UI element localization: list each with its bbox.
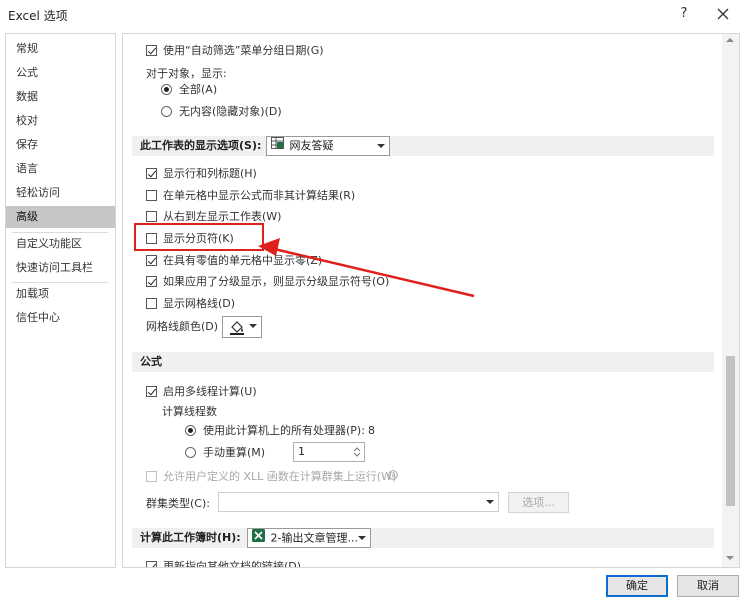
sidebar-item-trust-center[interactable]: 信任中心 bbox=[6, 307, 115, 329]
chevron-down-icon bbox=[249, 324, 257, 328]
right-to-left-checkbox[interactable] bbox=[146, 211, 157, 222]
worksheet-select-value: 网友答疑 bbox=[289, 139, 334, 152]
objects-all-radio[interactable] bbox=[161, 84, 172, 95]
close-button[interactable] bbox=[714, 4, 732, 24]
cluster-type-dropdown[interactable] bbox=[218, 492, 499, 512]
info-icon bbox=[388, 470, 398, 483]
excel-workbook-icon bbox=[252, 529, 265, 548]
worksheet-select-dropdown[interactable]: 网友答疑 bbox=[266, 136, 390, 156]
thread-count-value: 1 bbox=[298, 445, 305, 458]
worksheet-display-section-label: 此工作表的显示选项(S): bbox=[140, 139, 262, 152]
show-zero-values-checkbox[interactable] bbox=[146, 255, 157, 266]
objects-none-label: 无内容(隐藏对象)(D) bbox=[179, 105, 282, 118]
show-formulas-checkbox[interactable] bbox=[146, 190, 157, 201]
show-gridlines-label: 显示网格线(D) bbox=[163, 297, 236, 310]
chevron-down-icon bbox=[377, 144, 385, 148]
cluster-options-button[interactable]: 选项... bbox=[508, 492, 569, 513]
workbook-select-dropdown[interactable]: 2-输出文章管理... bbox=[247, 528, 371, 548]
sidebar-item-accessibility[interactable]: 轻松访问 bbox=[6, 182, 115, 204]
paint-bucket-icon bbox=[229, 319, 245, 341]
sidebar-item-language[interactable]: 语言 bbox=[6, 158, 115, 180]
window-title: Excel 选项 bbox=[8, 9, 68, 23]
gridline-color-picker[interactable] bbox=[222, 316, 262, 338]
sidebar-item-customize-ribbon[interactable]: 自定义功能区 bbox=[6, 233, 115, 255]
scrollbar-thumb[interactable] bbox=[726, 356, 735, 506]
worksheet-display-section-header: 此工作表的显示选项(S): bbox=[132, 136, 714, 156]
threads-label: 计算线程数 bbox=[162, 405, 217, 418]
chevron-down-icon bbox=[358, 536, 366, 540]
objects-all-label: 全部(A) bbox=[179, 83, 218, 96]
scroll-up-icon[interactable] bbox=[726, 38, 734, 42]
cluster-type-label: 群集类型(C): bbox=[146, 497, 210, 510]
use-all-processors-radio[interactable] bbox=[185, 425, 196, 436]
xll-cluster-label: 允许用户定义的 XLL 函数在计算群集上运行(W) bbox=[163, 470, 397, 483]
show-outline-symbols-checkbox[interactable] bbox=[146, 276, 157, 287]
show-gridlines-checkbox[interactable] bbox=[146, 298, 157, 309]
show-row-col-headers-label: 显示行和列标题(H) bbox=[163, 167, 257, 180]
sidebar-item-general[interactable]: 常规 bbox=[6, 38, 115, 60]
use-all-processors-label: 使用此计算机上的所有处理器(P): bbox=[203, 424, 365, 437]
sidebar-item-save[interactable]: 保存 bbox=[6, 134, 115, 156]
show-outline-symbols-label: 如果应用了分级显示，则显示分级显示符号(O) bbox=[163, 275, 390, 288]
ok-button[interactable]: 确定 bbox=[606, 575, 668, 597]
category-sidebar: 常规 公式 数据 校对 保存 语言 轻松访问 高级 自定义功能区 快速访问工具栏… bbox=[5, 33, 116, 568]
spinner-arrows-icon bbox=[353, 446, 361, 464]
autofilter-group-dates-label: 使用“自动筛选”菜单分组日期(G) bbox=[163, 44, 324, 57]
update-links-checkbox[interactable] bbox=[146, 561, 157, 567]
workbook-calc-section-header: 计算此工作簿时(H): bbox=[132, 528, 714, 548]
scroll-down-icon[interactable] bbox=[726, 556, 734, 560]
sidebar-item-formulas[interactable]: 公式 bbox=[6, 62, 115, 84]
update-links-label: 更新指向其他文档的链接(D) bbox=[163, 560, 302, 568]
help-button[interactable]: ? bbox=[676, 4, 692, 24]
sidebar-item-data[interactable]: 数据 bbox=[6, 86, 115, 108]
xll-cluster-checkbox[interactable] bbox=[146, 471, 157, 482]
gridline-color-label: 网格线颜色(D) bbox=[146, 320, 219, 333]
chevron-down-icon bbox=[486, 500, 494, 504]
worksheet-icon bbox=[271, 137, 284, 155]
manual-threads-label: 手动重算(M) bbox=[203, 446, 266, 459]
show-zero-values-label: 在具有零值的单元格中显示零(Z) bbox=[163, 254, 323, 267]
processor-count: 8 bbox=[368, 424, 375, 437]
sidebar-item-add-ins[interactable]: 加载项 bbox=[6, 283, 115, 305]
title-bar: Excel 选项 ? bbox=[0, 0, 746, 30]
formulas-section-label: 公式 bbox=[140, 355, 162, 368]
highlight-box-annotation bbox=[134, 223, 264, 251]
show-row-col-headers-checkbox[interactable] bbox=[146, 168, 157, 179]
objects-none-radio[interactable] bbox=[161, 106, 172, 117]
sidebar-item-advanced[interactable]: 高级 bbox=[6, 206, 115, 228]
advanced-options-panel: 使用“自动筛选”菜单分组日期(G) 对于对象，显示: 全部(A) 无内容(隐藏对… bbox=[122, 33, 740, 568]
workbook-calc-section-label: 计算此工作簿时(H): bbox=[140, 531, 241, 544]
multithread-checkbox[interactable] bbox=[146, 386, 157, 397]
formulas-section-header: 公式 bbox=[132, 352, 714, 372]
show-formulas-label: 在单元格中显示公式而非其计算结果(R) bbox=[163, 189, 356, 202]
sidebar-item-quick-access-toolbar[interactable]: 快速访问工具栏 bbox=[6, 257, 115, 279]
workbook-select-value: 2-输出文章管理... bbox=[270, 531, 358, 545]
manual-threads-radio[interactable] bbox=[185, 447, 196, 458]
multithread-label: 启用多线程计算(U) bbox=[163, 385, 257, 398]
autofilter-group-dates-checkbox[interactable] bbox=[146, 45, 157, 56]
close-icon bbox=[717, 8, 729, 20]
sidebar-item-proofing[interactable]: 校对 bbox=[6, 110, 115, 132]
cancel-button[interactable]: 取消 bbox=[677, 575, 739, 597]
content-scrollbar[interactable] bbox=[722, 34, 739, 567]
thread-count-spinner[interactable]: 1 bbox=[293, 442, 365, 462]
